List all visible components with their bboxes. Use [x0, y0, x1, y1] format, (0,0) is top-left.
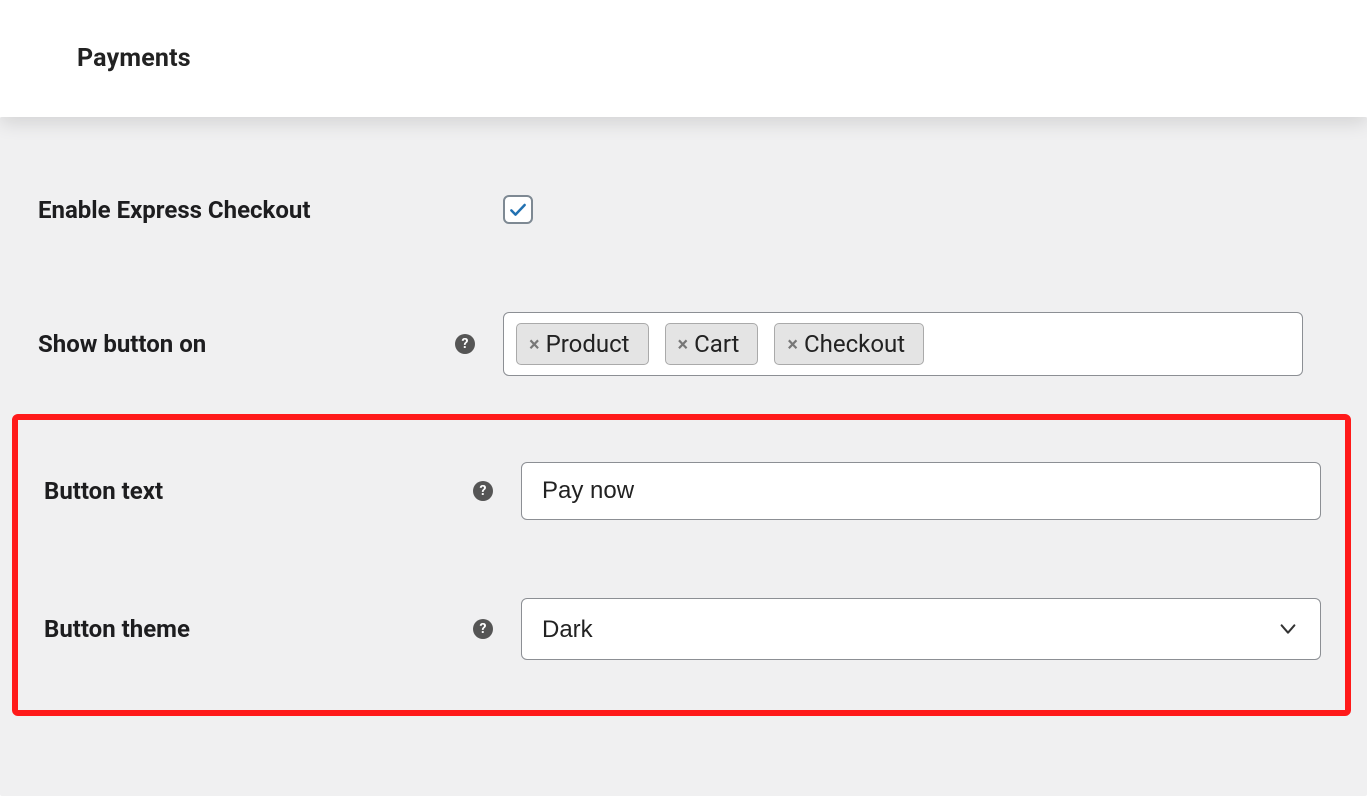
- remove-tag-icon[interactable]: [678, 334, 689, 354]
- button-theme-select[interactable]: Dark: [521, 598, 1321, 660]
- remove-tag-icon[interactable]: [529, 334, 540, 354]
- label-show-button-on: Show button on: [38, 330, 455, 358]
- remove-tag-icon[interactable]: [787, 334, 798, 354]
- label-button-text: Button text: [44, 477, 473, 505]
- button-text-input[interactable]: [521, 462, 1321, 520]
- label-enable-express-checkout: Enable Express Checkout: [38, 196, 503, 224]
- tag-product: Product: [516, 323, 649, 365]
- highlighted-settings-group: Button text Button theme Dark: [12, 414, 1351, 716]
- check-icon: [508, 200, 528, 220]
- help-icon[interactable]: [455, 334, 475, 354]
- page-title: Payments: [77, 44, 191, 73]
- tag-cart: Cart: [665, 323, 759, 365]
- settings-panel: Enable Express Checkout Show button on P…: [0, 117, 1367, 796]
- tag-checkout: Checkout: [774, 323, 924, 365]
- help-icon[interactable]: [473, 619, 493, 639]
- tag-label: Product: [546, 330, 630, 358]
- row-button-theme: Button theme Dark: [18, 578, 1345, 680]
- row-enable-express-checkout: Enable Express Checkout: [0, 175, 1367, 244]
- page-header: Payments: [0, 0, 1367, 117]
- row-button-text: Button text: [18, 442, 1345, 540]
- enable-express-checkout-checkbox[interactable]: [503, 195, 533, 224]
- help-icon[interactable]: [473, 481, 493, 501]
- show-button-on-tags-field[interactable]: Product Cart Checkout: [503, 312, 1303, 376]
- row-show-button-on: Show button on Product Cart Checkout: [0, 292, 1367, 396]
- label-button-theme: Button theme: [44, 615, 473, 643]
- button-theme-select-wrap: Dark: [521, 598, 1321, 660]
- tag-label: Cart: [694, 330, 739, 358]
- tag-label: Checkout: [804, 330, 905, 358]
